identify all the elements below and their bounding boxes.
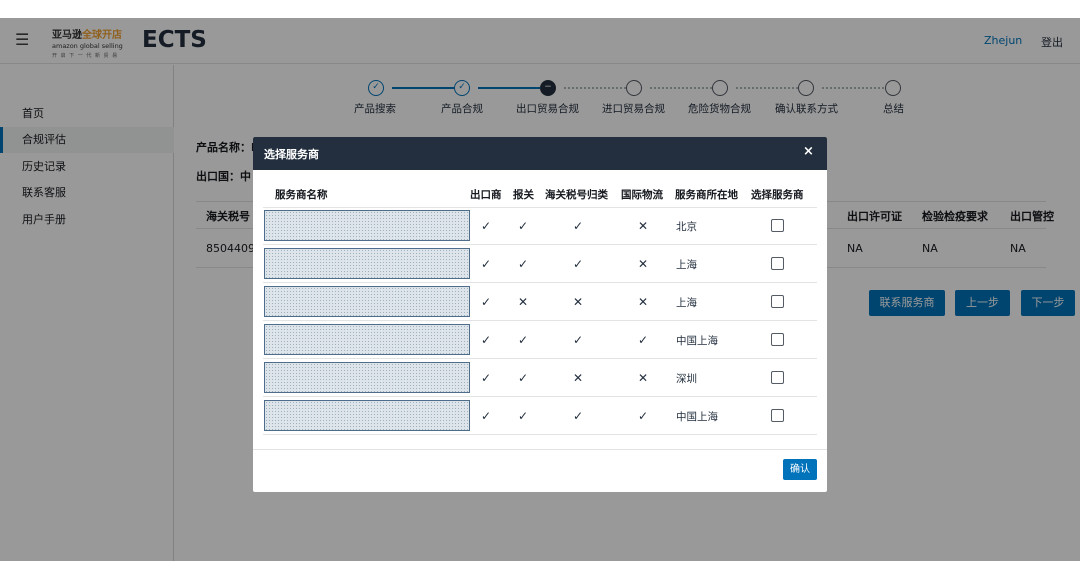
select-provider-modal: 选择服务商 × 服务商名称 出口商 报关 海关税号归类 国际物流 服务商所在地 … (253, 137, 827, 492)
hs-mark: ✕ (573, 295, 584, 309)
col-header-logistics: 国际物流 (621, 189, 663, 201)
logistics-mark: ✕ (638, 219, 649, 233)
hs-mark: ✕ (573, 371, 584, 385)
provider-location: 上海 (676, 259, 697, 271)
select-checkbox[interactable] (771, 371, 784, 384)
hs-mark: ✓ (573, 219, 584, 233)
exporter-mark: ✓ (481, 295, 492, 309)
exporter-mark: ✓ (481, 219, 492, 233)
exporter-mark: ✓ (481, 371, 492, 385)
provider-location: 上海 (676, 297, 697, 309)
logistics-mark: ✕ (638, 257, 649, 271)
modal-header: 选择服务商 × (253, 137, 827, 170)
logistics-mark: ✕ (638, 295, 649, 309)
customs-mark: ✓ (518, 257, 529, 271)
provider-location: 中国上海 (676, 411, 718, 423)
table-row: ✓ ✓ ✕ ✕ 深圳 (263, 359, 817, 397)
table-row: ✓ ✓ ✓ ✕ 上海 (263, 245, 817, 283)
customs-mark: ✓ (518, 371, 529, 385)
customs-mark: ✓ (518, 333, 529, 347)
modal-footer-divider (253, 449, 827, 450)
customs-mark: ✓ (518, 409, 529, 423)
redacted-provider-name (264, 400, 470, 431)
redacted-provider-name (264, 362, 470, 393)
table-row: ✓ ✕ ✕ ✕ 上海 (263, 283, 817, 321)
col-header-customs: 报关 (513, 189, 534, 201)
app-frame: ☰ 亚马逊全球开店 amazon global selling 开 启 下 一 … (0, 18, 1080, 561)
exporter-mark: ✓ (481, 257, 492, 271)
redacted-provider-name (264, 324, 470, 355)
col-header-select: 选择服务商 (751, 189, 804, 201)
col-header-hs-classification: 海关税号归类 (545, 189, 608, 201)
hs-mark: ✓ (573, 257, 584, 271)
redacted-provider-name (264, 248, 470, 279)
customs-mark: ✓ (518, 219, 529, 233)
table-row: ✓ ✓ ✓ ✓ 中国上海 (263, 321, 817, 359)
hs-mark: ✓ (573, 333, 584, 347)
provider-location: 深圳 (676, 373, 697, 385)
hs-mark: ✓ (573, 409, 584, 423)
table-row: ✓ ✓ ✓ ✓ 中国上海 (263, 397, 817, 435)
modal-title: 选择服务商 (264, 148, 319, 161)
logistics-mark: ✓ (638, 333, 649, 347)
close-icon[interactable]: × (803, 144, 814, 159)
customs-mark: ✕ (518, 295, 529, 309)
logistics-mark: ✓ (638, 409, 649, 423)
confirm-button[interactable]: 确认 (783, 459, 817, 480)
provider-location: 中国上海 (676, 335, 718, 347)
logistics-mark: ✕ (638, 371, 649, 385)
select-checkbox[interactable] (771, 409, 784, 422)
col-header-exporter: 出口商 (470, 189, 502, 201)
exporter-mark: ✓ (481, 333, 492, 347)
select-checkbox[interactable] (771, 219, 784, 232)
exporter-mark: ✓ (481, 409, 492, 423)
provider-location: 北京 (676, 221, 697, 233)
col-header-location: 服务商所在地 (675, 189, 738, 201)
redacted-provider-name (264, 210, 470, 241)
redacted-provider-name (264, 286, 470, 317)
table-row: ✓ ✓ ✓ ✕ 北京 (263, 207, 817, 245)
select-checkbox[interactable] (771, 333, 784, 346)
select-checkbox[interactable] (771, 295, 784, 308)
select-checkbox[interactable] (771, 257, 784, 270)
col-header-provider-name: 服务商名称 (275, 189, 328, 201)
